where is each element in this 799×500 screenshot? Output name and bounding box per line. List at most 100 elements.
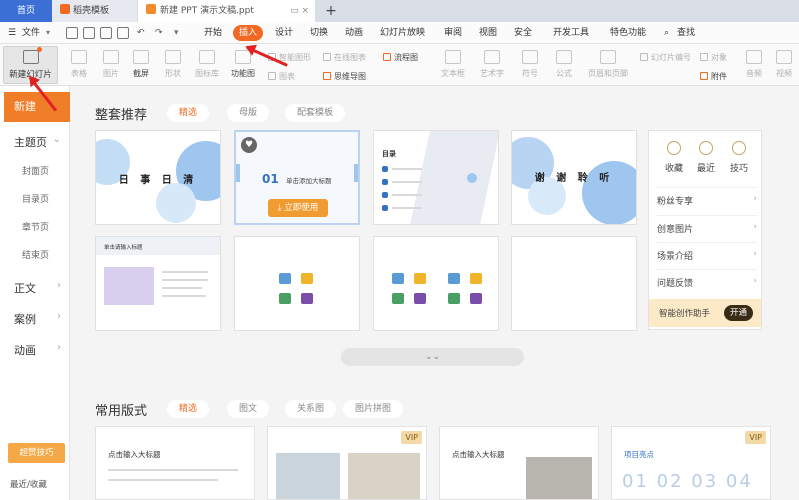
- recent-favorites-link[interactable]: 最近/收藏: [10, 478, 47, 490]
- template-card-hover[interactable]: ♥ 01 单击添加大标题 ⤓ 立即使用: [234, 130, 360, 225]
- layout-card[interactable]: VIP 项目亮点 01 02 03 04: [611, 426, 771, 500]
- panel-row-scenes[interactable]: 场景介绍 ›: [657, 242, 757, 262]
- template-card[interactable]: 目录: [373, 130, 499, 225]
- attachment-button[interactable]: 附件: [700, 71, 727, 82]
- export-icon[interactable]: [83, 27, 95, 39]
- shape-button[interactable]: 形状: [160, 50, 186, 79]
- template-card-blank[interactable]: [511, 236, 637, 331]
- slide-number-button[interactable]: 幻灯片编号: [640, 52, 691, 63]
- picture-button[interactable]: 图片: [98, 50, 124, 79]
- panel-row-creative-images[interactable]: 创意图片 ›: [657, 215, 757, 235]
- undo-icon[interactable]: ↶: [137, 22, 145, 44]
- search-icon[interactable]: ⌕: [664, 22, 669, 44]
- textbox-button[interactable]: 文本框: [437, 50, 469, 79]
- chevron-right-icon: ›: [753, 276, 757, 286]
- tab-close-icon[interactable]: ▭ ×: [290, 0, 309, 22]
- menu-home[interactable]: 开始: [204, 22, 222, 44]
- ai-activate-button[interactable]: 开通: [723, 305, 753, 321]
- decor-bar: [354, 164, 358, 182]
- tab-home[interactable]: 首页: [0, 0, 52, 22]
- symbol-button[interactable]: 符号: [516, 50, 544, 79]
- sidebar-item-toc[interactable]: 目录页: [22, 192, 49, 205]
- art-text-button[interactable]: 艺术字: [476, 50, 508, 79]
- tab-document[interactable]: 新建 PPT 演示文稿.ppt ▭ ×: [138, 0, 315, 22]
- pill-relation[interactable]: 关系图: [285, 400, 337, 418]
- sidebar-item-animation[interactable]: 动画: [14, 342, 36, 358]
- recent-button[interactable]: 最近: [691, 141, 721, 174]
- table-icon: [448, 293, 460, 304]
- video-button[interactable]: 视频: [771, 50, 797, 79]
- pill-featured[interactable]: 精选: [167, 104, 210, 122]
- chevron-down-icon[interactable]: ⌄: [53, 134, 61, 145]
- sidebar-item-ending[interactable]: 结束页: [22, 248, 49, 261]
- pill-matching[interactable]: 配套模板: [285, 104, 346, 122]
- preview-icon[interactable]: [117, 27, 129, 39]
- print-icon[interactable]: [100, 27, 112, 39]
- function-chart-button[interactable]: 功能图: [226, 50, 260, 79]
- pill-collage[interactable]: 图片拼图: [343, 400, 404, 418]
- decor-panel: [409, 131, 498, 224]
- layout-card[interactable]: 点击输入大标题: [95, 426, 255, 500]
- menu-design[interactable]: 设计: [275, 22, 293, 44]
- template-card[interactable]: 谢 谢 聆 听: [511, 130, 637, 225]
- search-label[interactable]: 查找: [677, 22, 695, 44]
- chevron-right-icon[interactable]: ›: [57, 280, 61, 291]
- screenshot-button[interactable]: 截屏: [128, 50, 154, 79]
- save-icon[interactable]: [66, 27, 78, 39]
- template-card[interactable]: 日 事 日 清: [95, 130, 221, 225]
- use-now-button[interactable]: ⤓ 立即使用: [268, 199, 328, 217]
- chevron-right-icon[interactable]: ›: [57, 311, 61, 322]
- formula-button[interactable]: 公式: [550, 50, 578, 79]
- tips-button[interactable]: 超赞技巧: [8, 443, 65, 463]
- template-card[interactable]: 单击请输入标题: [95, 236, 221, 331]
- sidebar-item-chapter[interactable]: 章节页: [22, 220, 49, 233]
- template-card[interactable]: [373, 236, 499, 331]
- chart-button[interactable]: 图表: [268, 71, 295, 82]
- menu-file[interactable]: 文件: [22, 22, 40, 44]
- chevron-down-icon[interactable]: ▾: [46, 22, 50, 44]
- layout-card[interactable]: VIP: [267, 426, 427, 500]
- sidebar-item-body[interactable]: 正文: [14, 280, 36, 296]
- panel-row-feedback[interactable]: 问题反馈 ›: [657, 269, 757, 289]
- menu-features[interactable]: 特色功能: [610, 22, 646, 44]
- sidebar-item-cover[interactable]: 封面页: [22, 164, 49, 177]
- favorite-button[interactable]: 收藏: [659, 141, 689, 174]
- flowchart-button[interactable]: 流程图: [383, 52, 418, 63]
- tab-templates[interactable]: 稻壳模板: [52, 0, 137, 22]
- tips-panel-button[interactable]: 技巧: [724, 141, 754, 174]
- pill-master[interactable]: 母版: [227, 104, 270, 122]
- redo-icon[interactable]: ↷: [155, 22, 163, 44]
- audio-button[interactable]: 音频: [741, 50, 767, 79]
- hamburger-icon[interactable]: ☰: [8, 22, 16, 44]
- template-card[interactable]: [234, 236, 360, 331]
- icon-library-button[interactable]: 图标库: [192, 50, 222, 79]
- menu-slideshow[interactable]: 幻灯片放映: [380, 22, 425, 44]
- table-button[interactable]: 表格: [66, 50, 92, 79]
- menu-developer[interactable]: 开发工具: [553, 22, 589, 44]
- header-footer-button[interactable]: 页眉和页脚: [585, 50, 631, 79]
- new-tab-button[interactable]: +: [322, 0, 340, 22]
- sidebar-item-theme-page[interactable]: 主题页: [14, 134, 47, 150]
- heart-icon: [667, 141, 681, 155]
- online-chart-button[interactable]: 在线图表: [323, 52, 366, 63]
- menu-transition[interactable]: 切换: [310, 22, 328, 44]
- object-button[interactable]: 对象: [700, 52, 727, 63]
- menu-view[interactable]: 视图: [479, 22, 497, 44]
- sidebar-item-new[interactable]: 新建: [4, 92, 70, 122]
- formula-label: 公式: [556, 69, 572, 78]
- menu-animation[interactable]: 动画: [345, 22, 363, 44]
- mind-map-button[interactable]: 思维导图: [323, 71, 366, 82]
- menu-review[interactable]: 审阅: [444, 22, 462, 44]
- chevron-right-icon[interactable]: ›: [57, 342, 61, 353]
- sidebar-item-cases[interactable]: 案例: [14, 311, 36, 327]
- layout-card[interactable]: 点击输入大标题: [439, 426, 599, 500]
- more-chevron-icon[interactable]: ▾: [174, 22, 179, 44]
- panel-row-fans[interactable]: 粉丝专享 ›: [657, 187, 757, 207]
- decor-circle: [467, 173, 477, 183]
- heart-icon[interactable]: ♥: [241, 137, 257, 153]
- expand-more-button[interactable]: ⌄⌄: [341, 348, 524, 366]
- menu-security[interactable]: 安全: [514, 22, 532, 44]
- menu-insert[interactable]: 插入: [233, 25, 264, 41]
- pill-text-image[interactable]: 图文: [227, 400, 270, 418]
- pill-featured[interactable]: 精选: [167, 400, 210, 418]
